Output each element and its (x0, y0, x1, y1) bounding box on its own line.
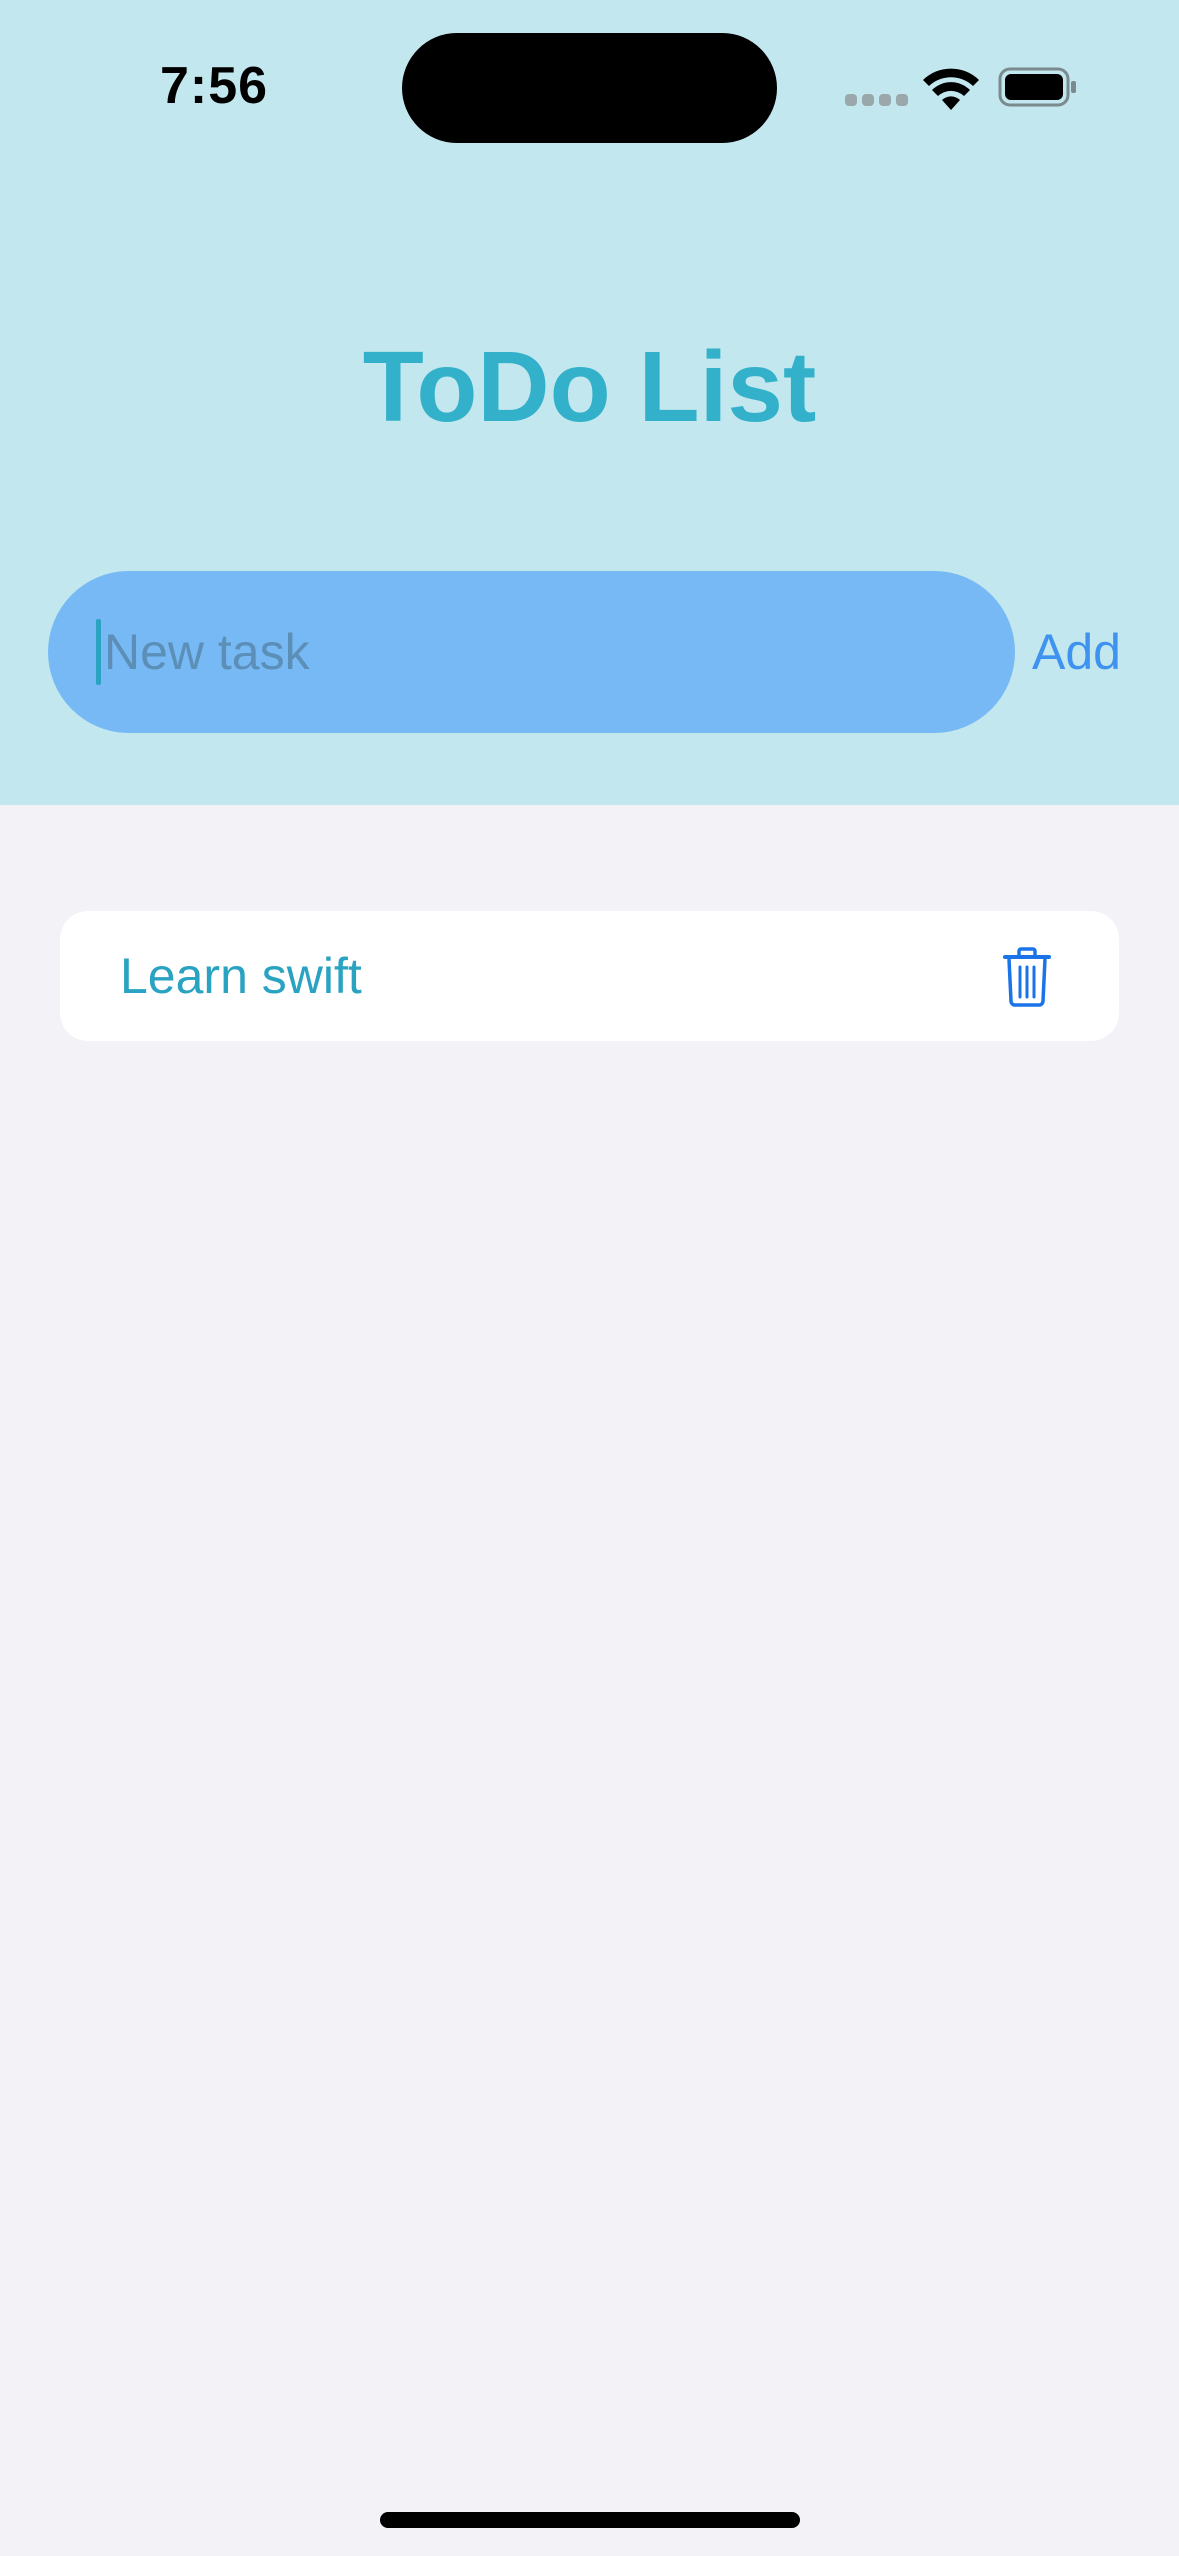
new-task-input[interactable] (96, 571, 976, 733)
cellular-signal-icon (845, 94, 908, 106)
wifi-icon (923, 68, 979, 110)
status-time: 7:56 (160, 57, 269, 115)
home-indicator[interactable] (380, 2512, 800, 2528)
header: 7:56 ToDo List Add (0, 0, 1179, 805)
list-item: Learn swift (60, 911, 1119, 1041)
battery-icon (998, 67, 1076, 107)
dynamic-island (402, 33, 777, 143)
add-task-button[interactable]: Add (1032, 612, 1121, 692)
page-title: ToDo List (362, 331, 817, 443)
task-label: Learn swift (120, 948, 362, 1004)
new-task-field-container (48, 571, 1015, 733)
trash-icon[interactable] (1002, 947, 1052, 1007)
